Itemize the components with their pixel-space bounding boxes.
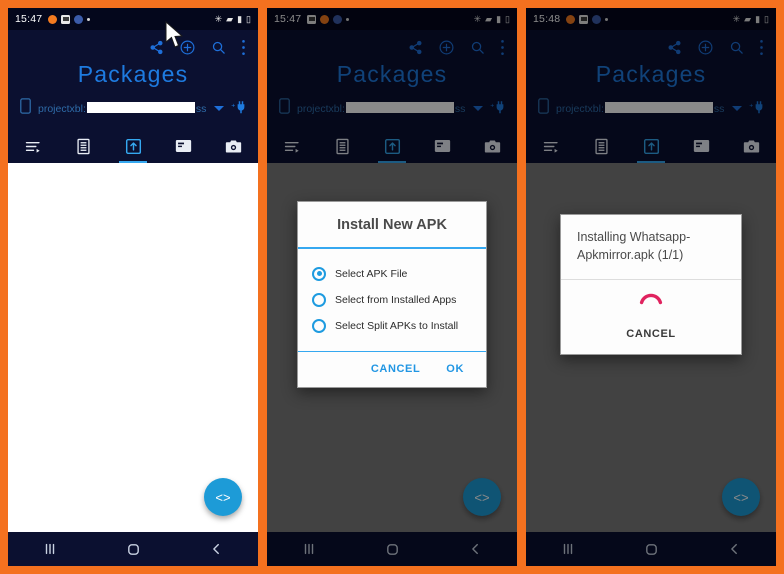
- panel-installing: 15:48 ✳ ▰ ▮ ▯ Packages projectxbl: ss + …: [526, 8, 776, 566]
- tab-bar: [8, 129, 258, 163]
- cancel-button[interactable]: CANCEL: [371, 363, 420, 375]
- radio-icon[interactable]: [312, 292, 326, 307]
- cancel-button[interactable]: CANCEL: [626, 328, 675, 340]
- radio-label: Select from Installed Apps: [335, 293, 457, 306]
- fab-label: <>: [215, 489, 231, 505]
- progress-message: Installing Whatsapp-Apkmirror.apk (1/1): [577, 230, 691, 262]
- screenshot-strip: 15:47 ✳ ▰ ▮ ▯ Packages projectxbl: ss + …: [0, 0, 784, 574]
- radio-label: Select APK File: [335, 267, 408, 280]
- system-nav-bar: [8, 532, 258, 566]
- chevron-down-icon[interactable]: [214, 106, 224, 111]
- battery-icon: ▯: [246, 13, 251, 24]
- notification-orange-icon: [48, 14, 58, 24]
- status-notification-icons: [48, 14, 91, 24]
- overflow-menu-icon[interactable]: [241, 39, 246, 56]
- back-button[interactable]: [210, 542, 223, 556]
- tab-cards[interactable]: [158, 129, 208, 163]
- phone-icon: [20, 98, 31, 119]
- svg-text:+: +: [231, 102, 235, 109]
- tab-screenshot[interactable]: [208, 129, 258, 163]
- code-fab-button[interactable]: <>: [204, 478, 242, 516]
- radio-option-select-installed-apps[interactable]: Select from Installed Apps: [312, 287, 486, 313]
- tab-install[interactable]: [108, 129, 158, 163]
- search-icon[interactable]: [211, 40, 226, 55]
- signal-icon: ▮: [237, 13, 243, 24]
- radio-label: Select Split APKs to Install: [335, 319, 459, 332]
- tab-logs[interactable]: [8, 129, 58, 163]
- package-list-area: <>: [8, 163, 258, 532]
- progress-actions: CANCEL: [561, 328, 741, 354]
- tab-files[interactable]: [58, 129, 108, 163]
- notification-blue-icon: [74, 14, 84, 24]
- progress-spinner-area: [561, 280, 741, 328]
- wifi-icon: ▰: [226, 13, 234, 24]
- add-connection-icon[interactable]: +: [231, 99, 248, 119]
- installing-progress-dialog: Installing Whatsapp-Apkmirror.apk (1/1) …: [560, 214, 742, 355]
- dialog-actions: CANCEL OK: [298, 352, 486, 387]
- home-button[interactable]: [126, 542, 141, 557]
- status-bar: 15:47 ✳ ▰ ▮ ▯: [8, 8, 258, 30]
- ok-button[interactable]: OK: [446, 363, 464, 375]
- mouse-cursor: [163, 20, 185, 55]
- dialog-title: Install New APK: [337, 217, 447, 233]
- recents-button[interactable]: [43, 542, 57, 556]
- status-time: 15:47: [15, 13, 43, 25]
- device-name: projectxbl: ss.: [38, 102, 207, 115]
- share-icon[interactable]: [149, 40, 164, 55]
- apk-source-radio-group: Select APK File Select from Installed Ap…: [298, 249, 486, 351]
- app-bar: Packages projectxbl: ss. +: [8, 30, 258, 129]
- panel-initial: 15:47 ✳ ▰ ▮ ▯ Packages projectxbl: ss + …: [8, 8, 258, 566]
- device-name-suffix: ss.: [195, 103, 207, 115]
- device-selector[interactable]: projectxbl: ss. +: [8, 96, 258, 129]
- notification-image-icon: [61, 14, 71, 24]
- radio-icon[interactable]: [312, 266, 326, 281]
- status-system-icons: ✳ ▰ ▮ ▯: [214, 13, 251, 24]
- radio-icon[interactable]: [312, 318, 326, 333]
- radio-option-select-split-apks[interactable]: Select Split APKs to Install: [312, 313, 486, 339]
- loading-spinner-icon: [636, 289, 666, 319]
- radio-option-select-apk-file[interactable]: Select APK File: [312, 261, 486, 287]
- device-name-prefix: projectxbl:: [38, 103, 86, 115]
- device-name-redaction: [86, 102, 195, 113]
- panel-install-dialog: 15:47 ✳ ▰ ▮ ▯ Packages projectxbl: ss + …: [267, 8, 517, 566]
- app-bar-actions: [8, 34, 258, 58]
- page-title: Packages: [77, 61, 189, 87]
- location-icon: ✳: [214, 13, 223, 24]
- notification-more-icon: [87, 17, 91, 21]
- install-new-apk-dialog: Install New APK Select APK File Select f…: [297, 201, 487, 388]
